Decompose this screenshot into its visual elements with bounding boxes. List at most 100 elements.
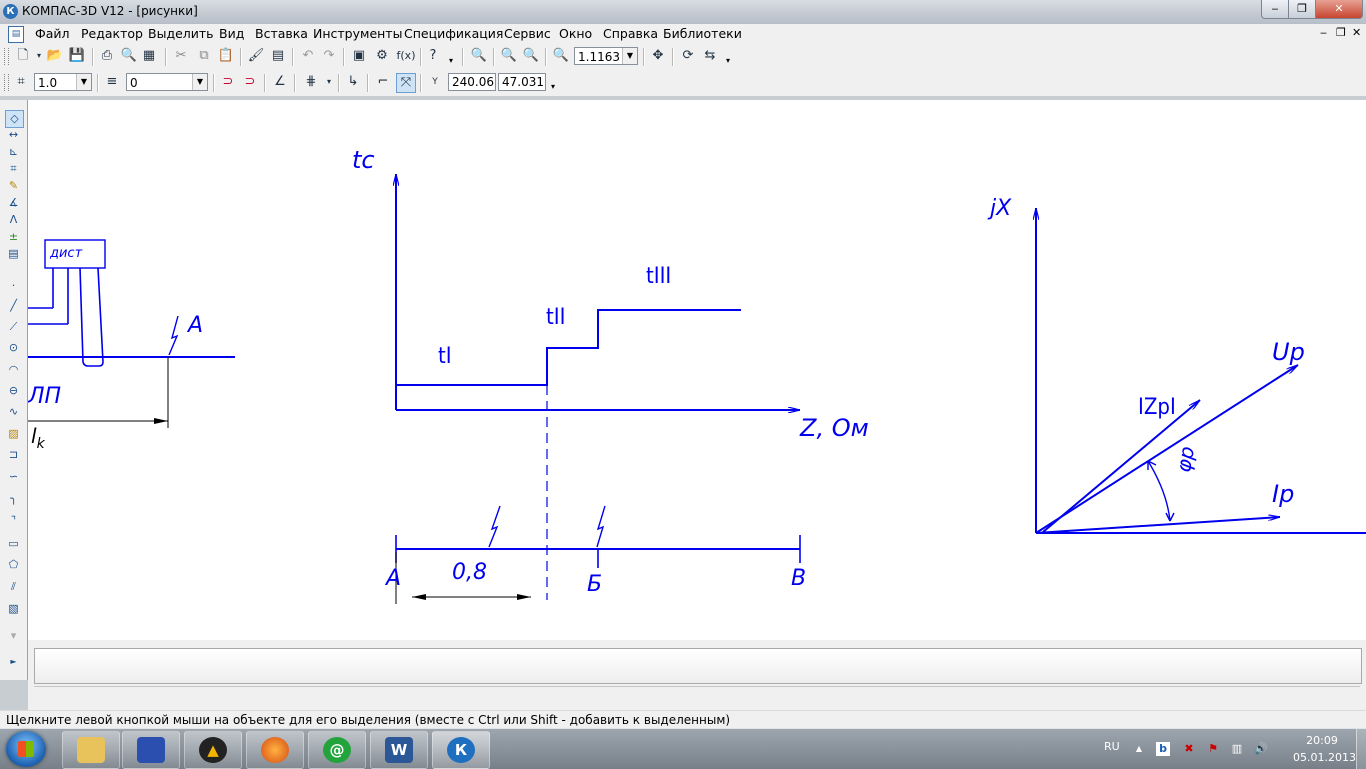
- arc-icon[interactable]: ◠: [5, 362, 22, 378]
- polygon-icon[interactable]: ⬠: [5, 557, 22, 573]
- circle-icon[interactable]: ⊙: [5, 340, 22, 356]
- coordinate-snap-icon[interactable]: ⤧: [396, 73, 416, 93]
- save-icon[interactable]: 💾: [68, 47, 86, 65]
- menu-specification[interactable]: Спецификация: [404, 26, 503, 41]
- orthogonal-icon[interactable]: ∠: [271, 73, 289, 91]
- properties-panel-field[interactable]: [34, 648, 1362, 684]
- manager-icon[interactable]: ▣: [350, 47, 368, 65]
- report-panel-icon[interactable]: ▤: [5, 246, 22, 262]
- show-desktop-button[interactable]: [1356, 729, 1366, 769]
- coord-x-field[interactable]: 240.06: [448, 73, 496, 91]
- close-button[interactable]: ✕: [1315, 0, 1363, 19]
- menu-service[interactable]: Сервис: [504, 26, 551, 41]
- extra-tool-icon[interactable]: ▾: [5, 628, 22, 644]
- grid-dropdown-icon[interactable]: ▾: [320, 73, 338, 91]
- properties-icon[interactable]: ▤: [269, 47, 287, 65]
- taskbar-word[interactable]: W: [370, 731, 428, 769]
- taskbar-firefox[interactable]: [246, 731, 304, 769]
- local-cs-icon[interactable]: ↳: [344, 73, 362, 91]
- fill-icon[interactable]: ▧: [5, 601, 22, 617]
- menu-insert[interactable]: Вставка: [255, 26, 308, 41]
- aux-line-icon[interactable]: ╱: [5, 298, 22, 314]
- parametrization-panel-icon[interactable]: ✎: [5, 178, 22, 194]
- doc-restore-button[interactable]: ❐: [1336, 26, 1346, 39]
- select-panel-icon[interactable]: Λ: [5, 212, 22, 228]
- undo-icon[interactable]: ↶: [299, 47, 317, 65]
- spec-panel-icon[interactable]: ±: [5, 229, 22, 245]
- doc-minimize-button[interactable]: ‒: [1320, 26, 1327, 39]
- doc-close-button[interactable]: ✕: [1352, 26, 1361, 39]
- polyline-icon[interactable]: ⊐: [5, 447, 22, 463]
- taskbar-mail-agent[interactable]: @: [308, 731, 366, 769]
- print-icon[interactable]: ⎙: [98, 47, 116, 65]
- chevron-down-icon[interactable]: ▼: [192, 74, 207, 90]
- menu-libraries[interactable]: Библиотеки: [663, 26, 742, 41]
- print-preview-icon[interactable]: 🔍: [120, 47, 138, 65]
- measure-panel-icon[interactable]: ∡: [5, 195, 22, 211]
- snap-magnet-icon[interactable]: ⊃: [219, 73, 237, 91]
- paste-icon[interactable]: 📋: [217, 47, 235, 65]
- variables-icon[interactable]: f(x): [394, 47, 418, 65]
- tray-expand-icon[interactable]: ▲: [1132, 742, 1146, 756]
- editing-panel-icon[interactable]: ⌗: [5, 161, 22, 177]
- taskbar-explorer[interactable]: [62, 731, 120, 769]
- geometry-panel-icon[interactable]: ◇: [5, 110, 24, 128]
- taskbar-save-app[interactable]: [122, 731, 180, 769]
- maximize-button[interactable]: ❐: [1288, 0, 1316, 19]
- grid-icon[interactable]: ⋕: [302, 73, 320, 91]
- toolbar-overflow-icon[interactable]: ▾: [551, 82, 555, 91]
- menu-select[interactable]: Выделить: [148, 26, 214, 41]
- chamfer-icon[interactable]: ⌝: [5, 513, 22, 529]
- chevron-down-icon[interactable]: ▼: [76, 74, 91, 90]
- menu-edit[interactable]: Редактор: [81, 26, 143, 41]
- panel-overflow-icon[interactable]: ►: [5, 654, 22, 670]
- help-cursor-icon[interactable]: ?: [424, 47, 442, 65]
- taskbar-kompas[interactable]: К: [432, 731, 490, 769]
- bezier-icon[interactable]: ∽: [5, 469, 22, 485]
- equidistant-icon[interactable]: ⫽: [5, 579, 22, 595]
- open-folder-icon[interactable]: 📂: [46, 47, 64, 65]
- local-snap-icon[interactable]: ⊃: [241, 73, 259, 91]
- menu-view[interactable]: Вид: [219, 26, 244, 41]
- ellipse-icon[interactable]: ⊖: [5, 383, 22, 399]
- grid-step-icon[interactable]: ⌗: [12, 73, 30, 91]
- segment-icon[interactable]: ⟋: [5, 319, 22, 335]
- tray-app-icon[interactable]: b: [1156, 742, 1170, 756]
- rectangle-icon[interactable]: ▭: [5, 536, 22, 552]
- menu-file[interactable]: Файл: [35, 26, 70, 41]
- coord-y-field[interactable]: 47.031: [498, 73, 546, 91]
- zoom-combo[interactable]: 1.1163 ▼: [574, 47, 638, 65]
- layers-icon[interactable]: ≡: [103, 73, 121, 91]
- menu-tools[interactable]: Инструменты: [313, 26, 402, 41]
- library-manager-icon[interactable]: ⚙: [373, 47, 391, 65]
- tray-flag-icon[interactable]: ⚑: [1206, 742, 1220, 756]
- redraw-icon[interactable]: ⇆: [701, 47, 719, 65]
- cut-icon[interactable]: ✂: [172, 47, 190, 65]
- toolbar-overflow-icon[interactable]: ▾: [449, 56, 453, 65]
- language-indicator[interactable]: RU: [1104, 740, 1120, 753]
- menu-help[interactable]: Справка: [603, 26, 658, 41]
- toolbar-overflow-icon[interactable]: ▾: [726, 56, 730, 65]
- hatch-icon[interactable]: ▨: [5, 426, 22, 442]
- clock-time[interactable]: 20:09: [1300, 734, 1344, 747]
- chevron-down-icon[interactable]: ▼: [622, 48, 637, 64]
- minimize-button[interactable]: ‒: [1261, 0, 1289, 19]
- step-combo[interactable]: 1.0 ▼: [34, 73, 92, 91]
- toolbar-grip[interactable]: [4, 74, 9, 91]
- copy-icon[interactable]: ⧉: [195, 47, 213, 65]
- notation-panel-icon[interactable]: ⊾: [5, 144, 22, 160]
- zoom-window-icon[interactable]: 🔍: [470, 47, 488, 65]
- network-icon[interactable]: ▥: [1230, 742, 1244, 756]
- redo-icon[interactable]: ↷: [320, 47, 338, 65]
- kompas-app-icon[interactable]: К: [3, 4, 18, 19]
- title-bar[interactable]: К КОМПАС-3D V12 - [рисунки] ‒ ❐ ✕: [0, 0, 1366, 24]
- ortho-mode-icon[interactable]: ⌐: [374, 73, 392, 91]
- zoom-in-icon[interactable]: 🔍: [500, 47, 518, 65]
- start-button[interactable]: [6, 731, 46, 767]
- toolbar-grip[interactable]: [4, 48, 9, 65]
- layer-combo[interactable]: 0 ▼: [126, 73, 208, 91]
- clock-date[interactable]: 05.01.2013: [1293, 751, 1356, 764]
- menu-window[interactable]: Окно: [559, 26, 592, 41]
- zoom-scale-icon[interactable]: 🔍: [552, 47, 570, 65]
- copy-properties-icon[interactable]: 🖌: [247, 47, 265, 65]
